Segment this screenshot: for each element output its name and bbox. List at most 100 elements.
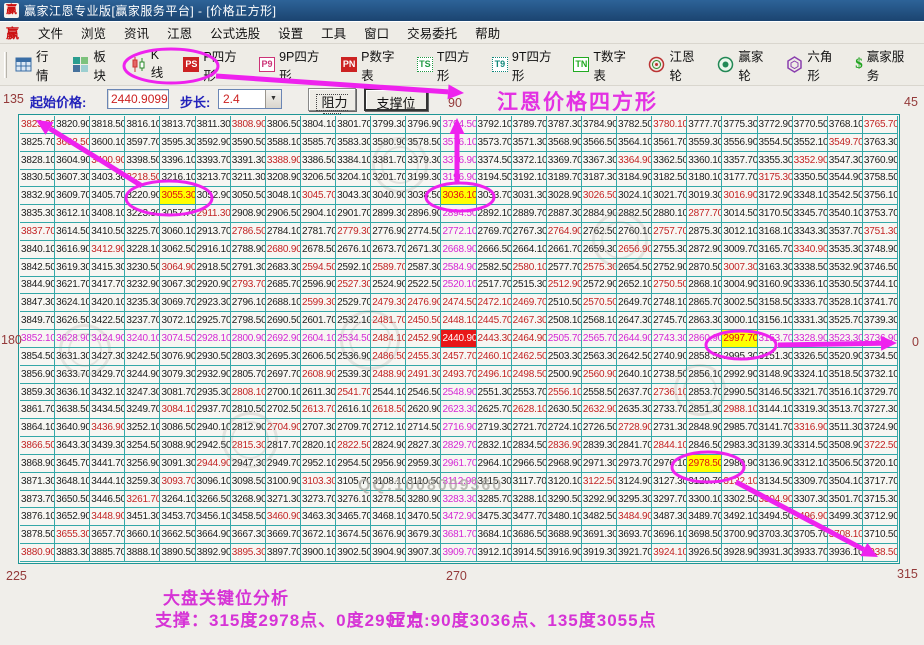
grid-cell[interactable]: 3196.90 (441, 170, 476, 188)
grid-cell[interactable]: 2868.10 (687, 277, 722, 295)
grid-cell[interactable]: 3607.30 (55, 170, 90, 188)
grid-cell[interactable]: 3328.90 (793, 330, 828, 348)
grid-cell[interactable]: 3772.90 (758, 116, 793, 134)
grid-cell[interactable]: 2750.50 (652, 277, 687, 295)
grid-cell[interactable]: 3189.70 (547, 170, 582, 188)
grid-cell[interactable]: 2450.50 (406, 312, 441, 330)
grid-cell[interactable]: 3621.70 (55, 277, 90, 295)
grid-cell[interactable]: 3806.50 (266, 116, 301, 134)
grid-cell[interactable]: 3393.70 (196, 152, 231, 170)
grid-cell[interactable]: 2469.70 (512, 294, 547, 312)
grid-cell[interactable]: 2839.30 (582, 437, 617, 455)
grid-cell[interactable]: 2551.30 (477, 384, 512, 402)
grid-cell[interactable]: 3288.10 (512, 491, 547, 509)
grid-cell[interactable]: 3458.50 (231, 508, 266, 526)
grid-cell[interactable]: 3261.70 (125, 491, 160, 509)
grid-cell[interactable]: 3926.50 (687, 544, 722, 562)
grid-cell[interactable]: 3674.50 (336, 526, 371, 544)
grid-cell[interactable]: 3890.50 (160, 544, 195, 562)
grid-cell[interactable]: 3756.10 (863, 187, 898, 205)
grid-cell[interactable]: 3590.50 (231, 134, 266, 152)
grid-cell[interactable]: 3309.70 (793, 473, 828, 491)
toolbar-button-赢家服务[interactable]: $赢家服务 (852, 44, 915, 86)
grid-cell[interactable]: 3842.50 (20, 259, 55, 277)
grid-cell[interactable]: 2541.70 (336, 384, 371, 402)
grid-cell[interactable]: 3727.30 (863, 401, 898, 419)
toolbar-button-9P四方形[interactable]: P99P四方形 (256, 44, 329, 86)
grid-cell[interactable]: 3542.50 (828, 187, 863, 205)
grid-cell[interactable]: 3732.10 (863, 366, 898, 384)
grid-cell[interactable]: 3470.50 (406, 508, 441, 526)
grid-cell[interactable]: 2872.90 (687, 241, 722, 259)
grid-cell[interactable]: 2863.30 (687, 312, 722, 330)
grid-cell[interactable]: 3384.10 (336, 152, 371, 170)
grid-cell[interactable]: 2712.10 (371, 419, 406, 437)
grid-cell[interactable]: 3698.50 (687, 526, 722, 544)
grid-cell[interactable]: 2829.70 (441, 437, 476, 455)
grid-cell[interactable]: 3758.50 (863, 170, 898, 188)
grid-cell[interactable]: 3556.90 (722, 134, 757, 152)
grid-cell[interactable]: 3408.10 (90, 205, 125, 223)
grid-cell[interactable]: 2757.70 (652, 223, 687, 241)
grid-cell[interactable]: 3417.70 (90, 277, 125, 295)
grid-cell[interactable]: 3235.30 (125, 294, 160, 312)
grid-cell[interactable]: 2836.90 (547, 437, 582, 455)
grid-cell[interactable]: 3300.10 (687, 491, 722, 509)
grid-cell[interactable]: 3129.70 (687, 473, 722, 491)
grid-cell[interactable]: 3045.70 (301, 187, 336, 205)
step-select[interactable]: 2.4 ▼ (218, 89, 282, 109)
grid-cell[interactable]: 3573.70 (477, 134, 512, 152)
grid-cell[interactable]: 3662.50 (160, 526, 195, 544)
grid-cell[interactable]: 3336.10 (793, 277, 828, 295)
grid-cell[interactable]: 3652.90 (55, 508, 90, 526)
grid-cell[interactable]: 3355.30 (758, 152, 793, 170)
grid-cell[interactable]: 2755.30 (652, 241, 687, 259)
toolbar-button-T数字表[interactable]: TNT数字表 (570, 44, 636, 86)
grid-cell[interactable]: 3060.10 (160, 223, 195, 241)
grid-cell[interactable]: 3746.50 (863, 259, 898, 277)
grid-cell[interactable]: 2611.30 (301, 384, 336, 402)
grid-cell[interactable]: 2632.90 (582, 401, 617, 419)
grid-cell[interactable]: 3588.10 (266, 134, 301, 152)
grid-cell[interactable]: 2445.70 (477, 312, 512, 330)
grid-cell[interactable]: 2824.90 (371, 437, 406, 455)
grid-cell[interactable]: 3494.50 (758, 508, 793, 526)
grid-cell[interactable]: 2800.90 (231, 330, 266, 348)
grid-cell[interactable]: 2956.90 (371, 455, 406, 473)
grid-cell[interactable]: 2971.30 (582, 455, 617, 473)
grid-cell[interactable]: 2570.50 (582, 294, 617, 312)
grid-cell[interactable]: 2716.90 (441, 419, 476, 437)
grid-cell[interactable]: 2685.70 (266, 277, 301, 295)
grid-cell[interactable]: 3499.30 (828, 508, 863, 526)
grid-cell[interactable]: 3400.90 (90, 152, 125, 170)
grid-cell[interactable]: 2788.90 (231, 241, 266, 259)
grid-cell[interactable]: 3741.70 (863, 294, 898, 312)
grid-cell[interactable]: 3014.50 (722, 205, 757, 223)
grid-cell[interactable]: 2973.70 (617, 455, 652, 473)
grid-cell[interactable]: 3799.30 (371, 116, 406, 134)
toolbar-button-江恩轮[interactable]: 江恩轮 (645, 44, 705, 86)
grid-cell[interactable]: 2961.70 (441, 455, 476, 473)
grid-cell[interactable]: 3057.70 (160, 205, 195, 223)
grid-cell[interactable]: 3535.30 (828, 241, 863, 259)
grid-cell[interactable]: 3532.90 (828, 259, 863, 277)
grid-cell[interactable]: 3552.10 (793, 134, 828, 152)
grid-cell[interactable]: 3924.10 (652, 544, 687, 562)
grid-cell[interactable]: 3223.30 (125, 205, 160, 223)
grid-cell[interactable]: 2505.70 (547, 330, 582, 348)
grid-cell[interactable]: 3333.70 (793, 294, 828, 312)
grid-cell[interactable]: 3835.30 (20, 205, 55, 223)
grid-cell[interactable]: 3669.70 (266, 526, 301, 544)
grid-cell[interactable]: 2906.50 (266, 205, 301, 223)
grid-cell[interactable]: 3823.30 (20, 116, 55, 134)
grid-cell[interactable]: 3372.10 (512, 152, 547, 170)
grid-cell[interactable]: 2512.90 (547, 277, 582, 295)
grid-cell[interactable]: 3681.70 (441, 526, 476, 544)
grid-cell[interactable]: 3456.10 (196, 508, 231, 526)
grid-cell[interactable]: 2608.90 (301, 366, 336, 384)
grid-cell[interactable]: 2671.30 (406, 241, 441, 259)
grid-cell[interactable]: 3100.90 (266, 473, 301, 491)
grid-cell[interactable]: 2496.10 (477, 366, 512, 384)
grid-cell[interactable]: 3840.10 (20, 241, 55, 259)
grid-cell[interactable]: 3564.10 (617, 134, 652, 152)
